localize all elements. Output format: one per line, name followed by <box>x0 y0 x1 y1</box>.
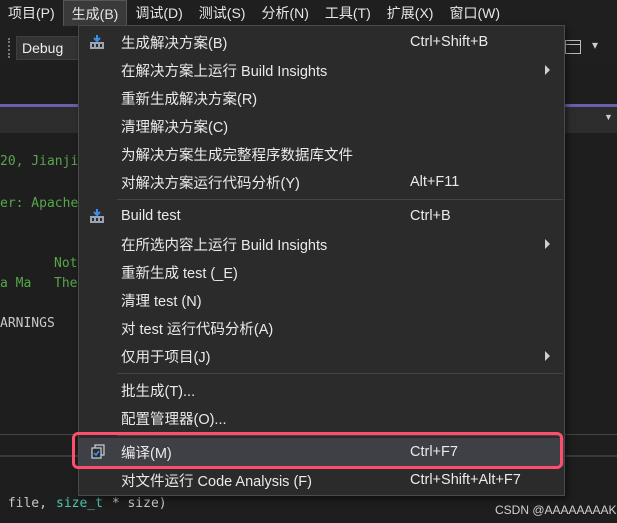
menu-item-build-insights-selection[interactable]: 在所选内容上运行 Build Insights <box>79 230 564 258</box>
menu-item-generate-pdb[interactable]: 为解决方案生成完整程序数据库文件 <box>79 140 564 168</box>
menu-item-label: 生成解决方案(B) <box>121 35 228 52</box>
code-line: ARNINGS <box>0 316 55 331</box>
menu-item-label: 在解决方案上运行 Build Insights <box>121 63 328 80</box>
menu-separator <box>117 373 563 374</box>
menu-tools[interactable]: 工具(T) <box>317 0 379 26</box>
menu-item-build-project[interactable]: Build test Ctrl+B <box>79 202 564 230</box>
menu-item-label: 为解决方案生成完整程序数据库文件 <box>121 147 353 164</box>
watermark: CSDN @AAAAAAAAKui <box>495 503 617 517</box>
menu-item-configuration-manager[interactable]: 配置管理器(O)... <box>79 404 564 432</box>
menu-item-batch-build[interactable]: 批生成(T)... <box>79 376 564 404</box>
menu-window[interactable]: 窗口(W) <box>441 0 508 26</box>
menu-item-run-code-analysis-file[interactable]: 对文件运行 Code Analysis (F) Ctrl+Shift+Alt+F… <box>79 466 564 494</box>
menu-item-label: 配置管理器(O)... <box>121 411 227 428</box>
menu-item-label: 重新生成解决方案(R) <box>121 91 258 108</box>
code-type: size_t <box>56 496 103 511</box>
submenu-arrow-icon <box>545 351 550 361</box>
menu-item-label: 批生成(T)... <box>121 383 196 400</box>
menu-item-build-insights-solution[interactable]: 在解决方案上运行 Build Insights <box>79 56 564 84</box>
menu-item-label: 清理 test (N) <box>121 293 202 310</box>
menu-item-clean-project[interactable]: 清理 test (N) <box>79 286 564 314</box>
menu-item-label: 在所选内容上运行 Build Insights <box>121 237 328 254</box>
menu-item-shortcut: Ctrl+B <box>410 208 451 224</box>
menu-item-code-analysis-project[interactable]: 对 test 运行代码分析(A) <box>79 314 564 342</box>
menu-build[interactable]: 生成(B) <box>62 0 128 26</box>
highlight-annotation <box>72 432 563 469</box>
menu-analyze[interactable]: 分析(N) <box>253 0 316 26</box>
code-line: 20, Jianji <box>0 154 79 169</box>
menu-item-shortcut: Alt+F11 <box>410 174 460 190</box>
window-layout-icon[interactable] <box>565 40 581 54</box>
menu-item-label: 对 test 运行代码分析(A) <box>121 321 274 338</box>
menu-item-shortcut: Ctrl+Shift+Alt+F7 <box>410 472 521 488</box>
menu-item-label: 仅用于项目(J) <box>121 349 211 366</box>
menu-item-label: Build test <box>121 208 181 224</box>
build-project-icon <box>90 209 104 223</box>
menu-extensions[interactable]: 扩展(X) <box>379 0 442 26</box>
menu-item-code-analysis-solution[interactable]: 对解决方案运行代码分析(Y) Alt+F11 <box>79 168 564 196</box>
menu-item-label: 对解决方案运行代码分析(Y) <box>121 175 300 192</box>
menu-test[interactable]: 测试(S) <box>191 0 254 26</box>
submenu-arrow-icon <box>545 239 550 249</box>
code-line: file, <box>0 496 55 511</box>
toolbar-overflow-icon[interactable]: ▾ <box>592 38 598 52</box>
menu-item-label: 对文件运行 Code Analysis (F) <box>121 473 312 490</box>
menu-item-label: 清理解决方案(C) <box>121 119 229 136</box>
menu-item-shortcut: Ctrl+Shift+B <box>410 34 489 50</box>
submenu-arrow-icon <box>545 65 550 75</box>
menu-item-rebuild-project[interactable]: 重新生成 test (_E) <box>79 258 564 286</box>
code-line: Not <box>54 256 78 271</box>
menu-project[interactable]: 项目(P) <box>0 0 63 26</box>
menu-bar: 项目(P) 生成(B) 调试(D) 测试(S) 分析(N) 工具(T) 扩展(X… <box>0 0 617 26</box>
menu-item-project-only[interactable]: 仅用于项目(J) <box>79 342 564 370</box>
build-solution-icon <box>90 35 104 49</box>
code-line: er: Apache <box>0 196 79 211</box>
menu-separator <box>117 199 563 200</box>
toolbar-grip[interactable] <box>8 38 10 58</box>
menu-item-label: 重新生成 test (_E) <box>121 265 238 282</box>
code-line: The <box>54 276 78 291</box>
menu-item-clean-solution[interactable]: 清理解决方案(C) <box>79 112 564 140</box>
build-menu: 生成解决方案(B) Ctrl+Shift+B 在解决方案上运行 Build In… <box>78 25 565 496</box>
code-line: a Ma <box>0 276 32 291</box>
code-line: * size) <box>104 496 167 511</box>
menu-item-rebuild-solution[interactable]: 重新生成解决方案(R) <box>79 84 564 112</box>
tab-dropdown-icon[interactable]: ▼ <box>604 112 613 122</box>
configuration-select[interactable]: Debug <box>16 36 86 60</box>
menu-debug[interactable]: 调试(D) <box>127 0 190 26</box>
menu-item-build-solution[interactable]: 生成解决方案(B) Ctrl+Shift+B <box>79 28 564 56</box>
